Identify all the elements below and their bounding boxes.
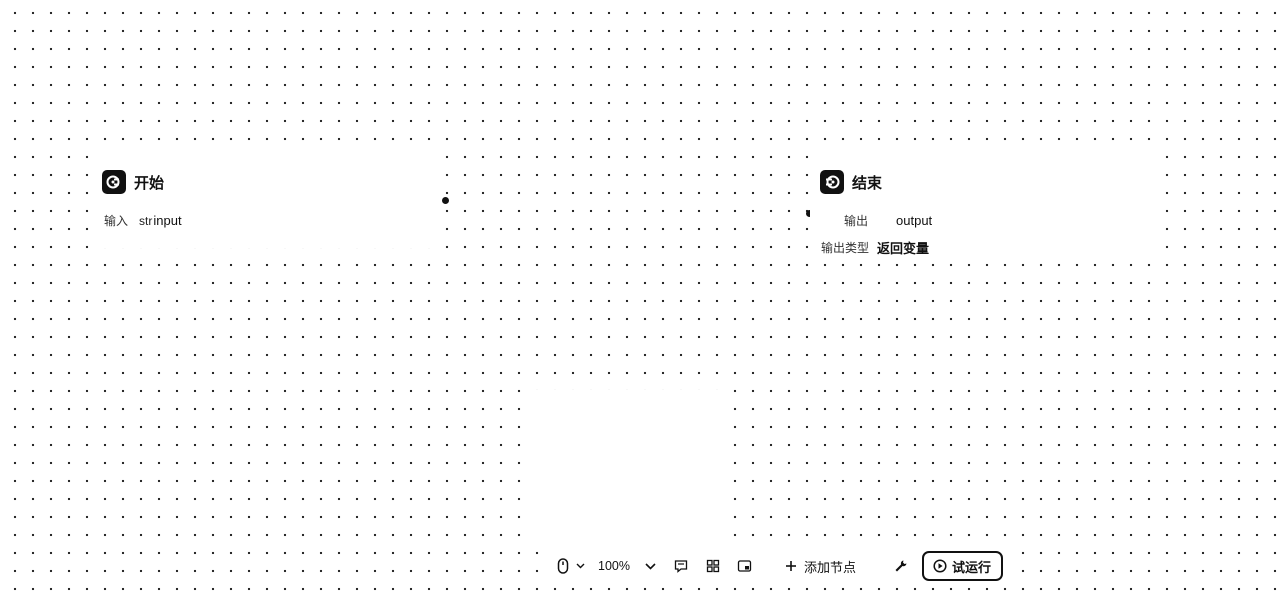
canvas-blank-area [528,390,728,540]
zoom-value: 100% [598,559,630,573]
auto-layout-button[interactable] [702,552,724,580]
add-node-button[interactable]: 添加节点 [784,552,856,580]
start-node-input-row: 输入 str input [104,212,182,229]
chevron-down-icon [640,555,662,577]
interaction-mode-selector[interactable] [552,552,586,580]
add-node-label: 添加节点 [803,560,856,576]
end-node-header: 结束 [820,170,882,194]
output-type-label: 输出类型 [821,241,870,255]
zoom-selector[interactable]: 100% [586,552,662,580]
test-run-button[interactable]: 试运行 [922,551,1004,581]
end-node-title: 结束 [852,173,883,192]
mouse-icon [552,555,574,577]
wrench-icon [890,555,912,577]
workflow-canvas[interactable]: 开始 输入 str input 结束 输出 output 输出类型 返回变量 1… [0,0,1280,596]
debug-tools-button[interactable] [890,552,912,580]
comment-button[interactable] [670,552,692,580]
end-node[interactable]: 结束 输出 output 输出类型 返回变量 [810,154,1160,262]
start-node-output-handle[interactable] [442,197,449,204]
output-type-value: 返回变量 [877,242,930,257]
input-name: input [153,213,182,228]
chevron-down-icon [574,555,586,577]
end-node-output-row: 输出 output [844,212,932,229]
minimap-button[interactable] [734,552,756,580]
minimap-icon [734,555,756,577]
end-node-icon [820,170,844,194]
output-name: output [896,213,933,228]
start-node-icon [102,170,126,194]
plus-icon [784,555,798,577]
bottom-toolbar: 100% 添加节点 试运行 [544,548,1012,584]
input-label: 输入 [104,214,129,228]
start-node-title: 开始 [134,173,165,192]
end-node-output-type-row: 输出类型 返回变量 [821,238,929,257]
input-type: str [139,213,153,228]
comment-icon [670,555,692,577]
start-node[interactable]: 开始 输入 str input [92,154,442,248]
output-label: 输出 [844,214,869,228]
grid-layout-icon [702,555,724,577]
play-icon [932,555,948,577]
start-node-header: 开始 [102,170,164,194]
test-run-label: 试运行 [952,560,992,576]
